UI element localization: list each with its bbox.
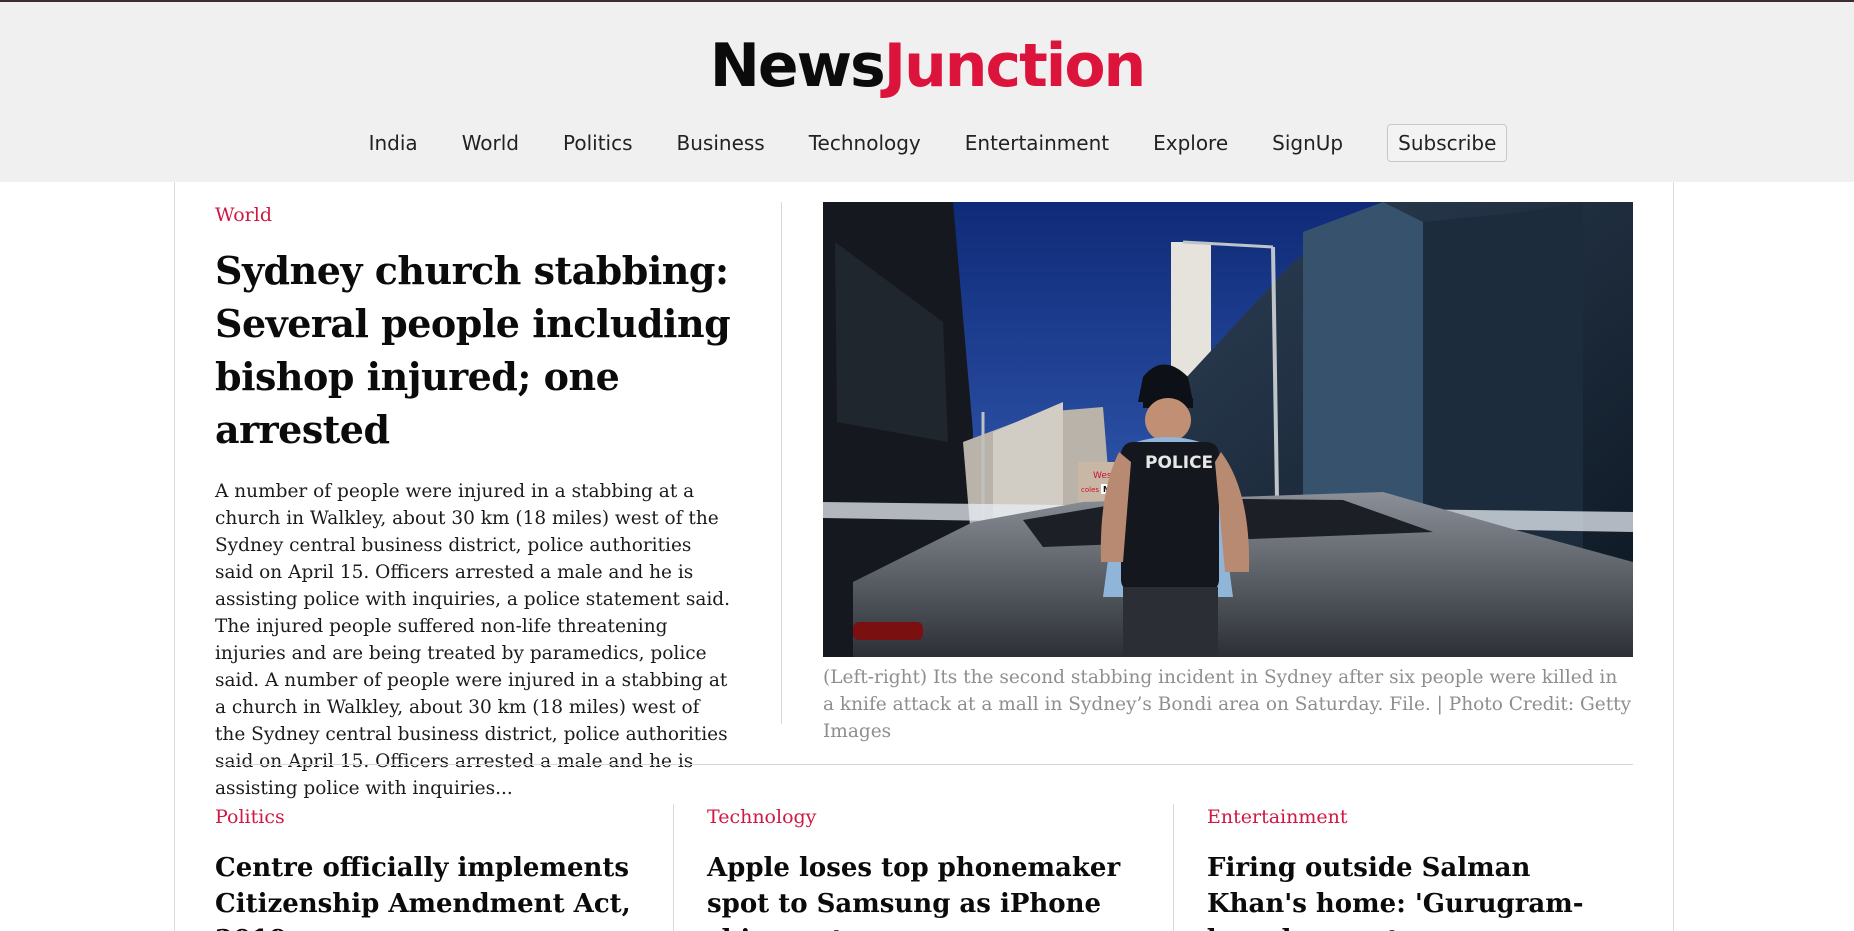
lead-photo[interactable]: Westfield MYER coles POLICE [823,202,1633,657]
lead-summary: A number of people were injured in a sta… [215,481,731,799]
nav-world[interactable]: World [462,125,519,161]
story-card[interactable]: Technology Apple loses top phonemaker sp… [707,804,1137,931]
nav-technology[interactable]: Technology [809,125,921,161]
site-header: NewsJunction India World Politics Busine… [0,2,1854,182]
nav-india[interactable]: India [369,125,418,161]
lead-divider [781,202,782,724]
card-divider [673,804,674,931]
subscribe-button[interactable]: Subscribe [1387,124,1508,162]
logo-news: News [709,31,886,101]
card-category[interactable]: Technology [707,804,1137,830]
card-category[interactable]: Politics [215,804,645,830]
lead-category[interactable]: World [215,202,735,228]
card-headline[interactable]: Firing outside Salman Khan's home: 'Guru… [1207,850,1637,931]
nav-business[interactable]: Business [677,125,765,161]
lead-story: World Sydney church stabbing: Several pe… [215,202,735,802]
story-card[interactable]: Entertainment Firing outside Salman Khan… [1207,804,1637,931]
site-logo[interactable]: NewsJunction [0,30,1854,102]
nav-explore[interactable]: Explore [1153,125,1228,161]
photo-caption: (Left-right) Its the second stabbing inc… [823,667,1632,742]
nav-entertainment[interactable]: Entertainment [965,125,1109,161]
police-vest-text: POLICE [1145,453,1213,473]
coles-sign: coles [1081,486,1099,494]
section-divider [215,764,1633,765]
logo-junction: Junction [883,31,1147,101]
card-headline[interactable]: Apple loses top phonemaker spot to Samsu… [707,850,1137,931]
card-category[interactable]: Entertainment [1207,804,1637,830]
story-card[interactable]: Politics Centre officially implements Ci… [215,804,645,931]
nav-politics[interactable]: Politics [563,125,633,161]
card-headline[interactable]: Centre officially implements Citizenship… [215,850,645,931]
police-scene-illustration: Westfield MYER coles POLICE [823,202,1633,657]
lead-headline[interactable]: Sydney church stabbing: Several people i… [215,244,735,456]
nav-signup[interactable]: SignUp [1272,125,1343,161]
card-divider [1173,804,1174,931]
main-content: World Sydney church stabbing: Several pe… [174,182,1674,931]
main-nav: India World Politics Business Technology… [0,122,1854,164]
